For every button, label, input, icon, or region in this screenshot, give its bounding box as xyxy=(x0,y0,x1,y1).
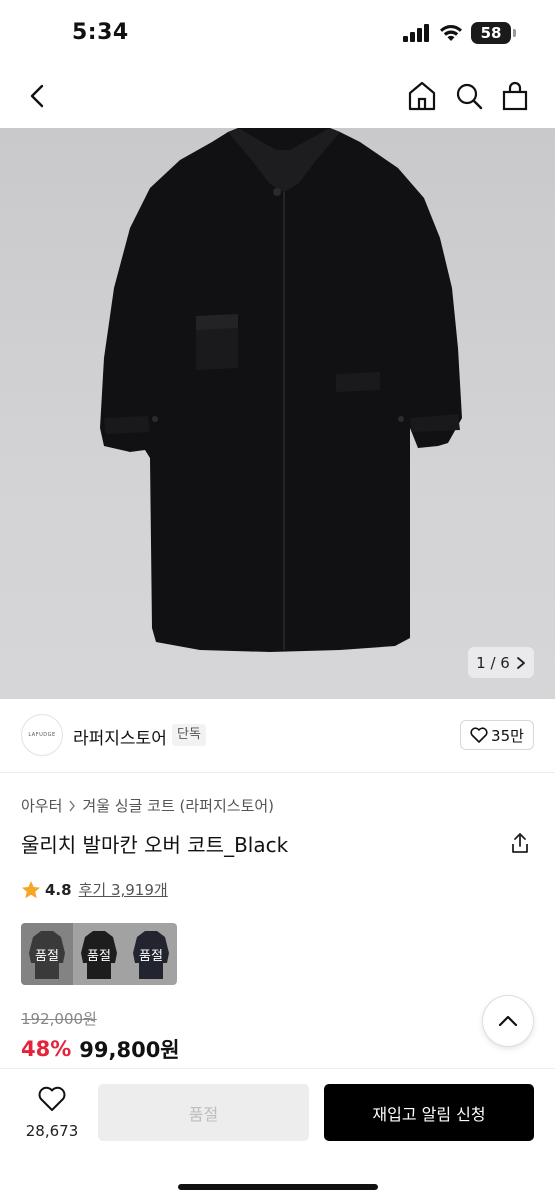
breadcrumb-item[interactable]: 겨울 싱글 코트 (라퍼지스토어) xyxy=(82,795,274,816)
chevron-right-icon xyxy=(516,656,525,669)
store-row[interactable]: LAFUDGE 라퍼지스토어 단독 35만 xyxy=(0,699,555,773)
rating-row: 4.8 후기 3,919개 xyxy=(21,879,168,900)
reviews-link[interactable]: 후기 3,919개 xyxy=(79,879,168,900)
scroll-top-button[interactable] xyxy=(482,995,534,1047)
final-price: 99,800원 xyxy=(79,1038,180,1062)
discount-rate: 48% xyxy=(21,1037,72,1061)
home-indicator xyxy=(178,1184,378,1190)
wish-count: 28,673 xyxy=(25,1122,79,1140)
chevron-right-icon xyxy=(69,800,76,811)
store-name[interactable]: 라퍼지스토어 xyxy=(73,724,167,749)
rating-score: 4.8 xyxy=(45,880,72,899)
bottom-action-bar: 28,673 품절 재입고 알림 신청 xyxy=(0,1068,555,1200)
product-image xyxy=(100,128,462,652)
color-swatch[interactable]: 품절 xyxy=(21,923,73,985)
color-swatch[interactable]: 품절 xyxy=(125,923,177,985)
chevron-left-icon[interactable] xyxy=(22,80,54,112)
price-row: 48% 99,800원 xyxy=(21,1034,180,1064)
image-page-indicator[interactable]: 1 / 6 xyxy=(468,647,534,678)
status-time: 5:34 xyxy=(72,20,129,45)
wifi-icon xyxy=(440,25,462,41)
heart-icon xyxy=(38,1086,66,1111)
wish-button[interactable]: 28,673 xyxy=(22,1086,82,1140)
product-image-carousel[interactable]: 1 / 6 xyxy=(0,128,555,699)
star-icon xyxy=(22,880,40,898)
page-indicator-text: 1 / 6 xyxy=(476,653,510,672)
store-like-count: 35만 xyxy=(491,726,524,745)
battery-indicator: 58 xyxy=(471,22,516,44)
heart-icon xyxy=(470,727,488,743)
sold-out-button[interactable]: 품절 xyxy=(98,1084,309,1141)
exclusive-badge: 단독 xyxy=(172,724,206,746)
sold-out-label: 품절 xyxy=(73,923,125,985)
top-nav xyxy=(0,66,555,128)
status-bar: 5:34 58 xyxy=(0,0,555,66)
store-logo[interactable]: LAFUDGE xyxy=(21,714,63,756)
chevron-up-icon xyxy=(498,1015,518,1027)
breadcrumb-item[interactable]: 아우터 xyxy=(21,795,62,816)
restock-alert-button[interactable]: 재입고 알림 신청 xyxy=(324,1084,534,1141)
signal-icon xyxy=(403,24,429,42)
color-swatches: 품절 품절 품절 xyxy=(21,923,177,985)
sold-out-label: 품절 xyxy=(125,923,177,985)
product-title: 울리치 발마칸 오버 코트_Black xyxy=(21,833,289,857)
share-icon[interactable] xyxy=(509,831,531,855)
status-icons: 58 xyxy=(403,22,516,44)
original-price: 192,000원 xyxy=(21,1010,97,1028)
breadcrumb: 아우터 겨울 싱글 코트 (라퍼지스토어) xyxy=(21,795,274,816)
sold-out-label: 품절 xyxy=(21,923,73,985)
shopping-bag-icon[interactable] xyxy=(499,79,531,113)
search-icon[interactable] xyxy=(453,79,485,113)
color-swatch[interactable]: 품절 xyxy=(73,923,125,985)
store-like-button[interactable]: 35만 xyxy=(460,720,534,750)
home-icon[interactable] xyxy=(406,79,438,113)
